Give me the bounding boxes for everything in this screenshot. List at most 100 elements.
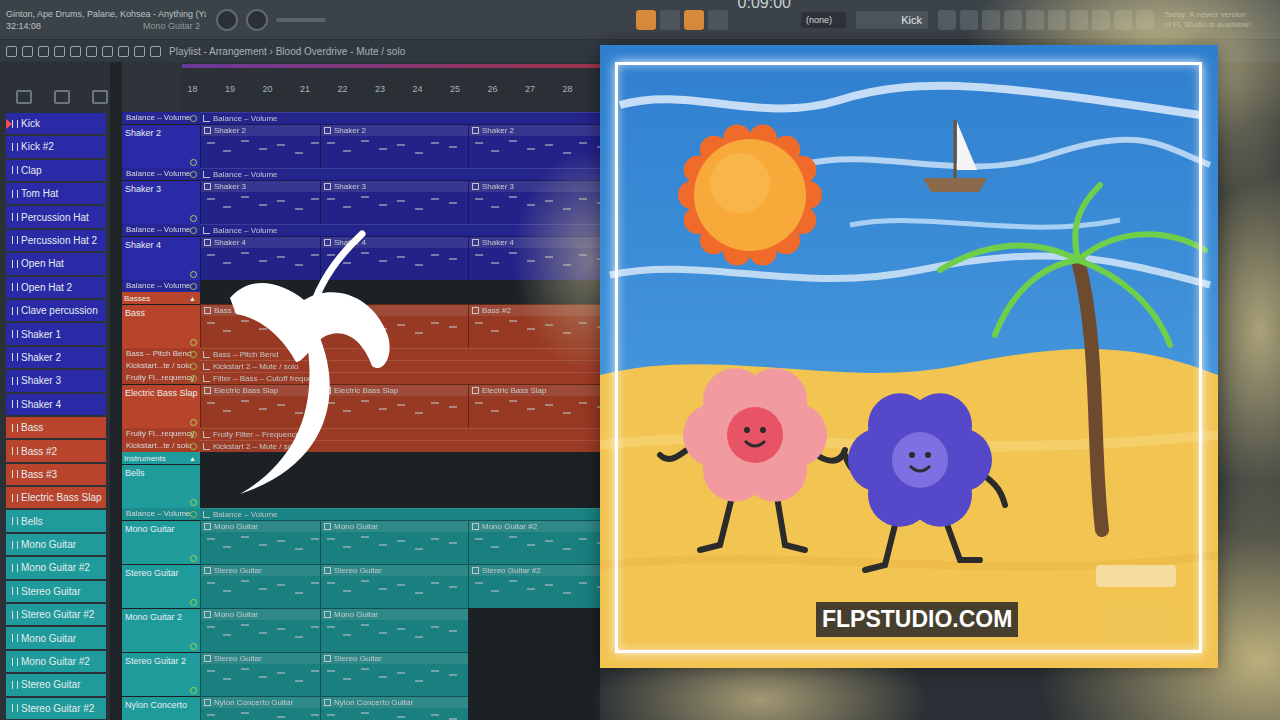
lane-header[interactable]: Stereo Guitar — [122, 564, 200, 608]
pitch-knob-icon[interactable] — [246, 9, 268, 31]
automation-clip[interactable]: Kickstart 2 – Mute / solo — [200, 360, 600, 372]
tool-icon[interactable] — [150, 46, 161, 57]
lane-dot-icon[interactable] — [190, 363, 197, 370]
pattern-clip[interactable]: Mono Guitar — [200, 608, 320, 652]
tool-icon[interactable] — [86, 46, 97, 57]
timeline-ruler[interactable]: 1819202122232425262728 — [182, 62, 601, 112]
lane-dot-icon[interactable] — [190, 687, 197, 694]
lane-header[interactable]: Mono Guitar 2 — [122, 608, 200, 652]
window-button-icon[interactable] — [938, 10, 956, 30]
lane-header[interactable]: Balance – Volume — [122, 280, 200, 292]
group-header[interactable]: Instruments ▲ — [122, 452, 200, 464]
automation-clip[interactable]: Filter – Bass – Cutoff frequency — [200, 372, 600, 384]
pattern-clip[interactable]: Stereo Guitar — [200, 652, 320, 696]
pattern-clip[interactable]: Mono Guitar — [200, 520, 320, 564]
pattern-clip[interactable]: Bass #2 — [468, 304, 600, 348]
window-button-icon[interactable] — [1026, 10, 1044, 30]
lane-dot-icon[interactable] — [190, 431, 197, 438]
lane-dot-icon[interactable] — [190, 271, 197, 278]
tool-icon[interactable] — [134, 46, 145, 57]
channel-item[interactable]: Mono Guitar — [6, 534, 106, 555]
window-button-icon[interactable] — [1004, 10, 1022, 30]
window-button-icon[interactable] — [982, 10, 1000, 30]
pattern-clip[interactable]: Mono Guitar — [320, 520, 468, 564]
automation-clip[interactable]: Balance – Volume — [200, 168, 600, 180]
master-slider[interactable] — [276, 18, 326, 22]
pattern-clip[interactable]: Shaker 4 — [200, 236, 320, 280]
channel-item[interactable]: Shaker 3 — [6, 370, 106, 391]
volume-knob-icon[interactable] — [216, 9, 238, 31]
pattern-clip[interactable]: Mono Guitar — [320, 608, 468, 652]
pattern-clip[interactable]: Shaker 2 — [468, 124, 600, 168]
window-button-icon[interactable] — [1136, 10, 1154, 30]
pattern-dropdown[interactable]: (none) — [801, 12, 846, 28]
lane-dot-icon[interactable] — [190, 375, 197, 382]
lane-header[interactable]: Nylon Concerto — [122, 696, 200, 720]
tool-icon[interactable] — [6, 46, 17, 57]
pattern-clip[interactable]: Electric Bass Slap — [468, 384, 600, 428]
lane-header[interactable]: Bells — [122, 464, 200, 508]
lane-header[interactable]: Balance – Volume — [122, 168, 200, 180]
lane-header[interactable]: Shaker 2 — [122, 124, 200, 168]
window-button-icon[interactable] — [1048, 10, 1066, 30]
tool-icon[interactable] — [102, 46, 113, 57]
channel-item[interactable]: Mono Guitar — [6, 627, 106, 648]
lane-dot-icon[interactable] — [190, 555, 197, 562]
lane-header[interactable]: Fruity Fi...requency — [122, 428, 200, 440]
lane-header[interactable]: Kickstart...te / solo — [122, 360, 200, 372]
channel-item[interactable]: Stereo Guitar — [6, 674, 106, 695]
lane-header[interactable]: Electric Bass Slap — [122, 384, 200, 428]
lane-header[interactable]: Kickstart...te / solo — [122, 440, 200, 452]
pattern-clip[interactable]: Shaker 3 — [320, 180, 468, 224]
channel-item[interactable]: Clave percussion — [6, 300, 106, 321]
channel-item[interactable]: Shaker 4 — [6, 394, 106, 415]
piano-icon[interactable] — [16, 90, 32, 104]
automation-clip[interactable]: Balance – Volume — [200, 224, 600, 236]
channel-item[interactable]: Stereo Guitar #2 — [6, 604, 106, 625]
channel-item[interactable]: Mono Guitar #2 — [6, 557, 106, 578]
lane-header[interactable]: Balance – Volume — [122, 508, 200, 520]
scroll-strip[interactable] — [110, 62, 122, 720]
lane-dot-icon[interactable] — [190, 643, 197, 650]
lane-dot-icon[interactable] — [190, 351, 197, 358]
lane-header[interactable]: Mono Guitar — [122, 520, 200, 564]
automation-clip[interactable]: Balance – Volume — [200, 112, 600, 124]
tool-icon[interactable] — [22, 46, 33, 57]
tool-icon[interactable] — [70, 46, 81, 57]
pattern-clip[interactable]: Mono Guitar #2 — [468, 520, 600, 564]
group-header[interactable]: Basses ▲ — [122, 292, 200, 304]
pattern-clip[interactable]: Electric Bass Slap — [200, 384, 320, 428]
pattern-clip[interactable]: Shaker 3 — [468, 180, 600, 224]
channel-item[interactable]: Shaker 2 — [6, 347, 106, 368]
lane-dot-icon[interactable] — [190, 599, 197, 606]
channel-item[interactable]: Mono Guitar #2 — [6, 651, 106, 672]
arrow-icon[interactable] — [660, 10, 680, 30]
channel-item[interactable]: Stereo Guitar — [6, 581, 106, 602]
channel-item[interactable]: Kick — [6, 113, 106, 134]
lane-dot-icon[interactable] — [190, 215, 197, 222]
pattern-clip[interactable]: Stereo Guitar — [320, 652, 468, 696]
channel-field[interactable]: Kick — [856, 11, 928, 29]
window-button-icon[interactable] — [960, 10, 978, 30]
lane-dot-icon[interactable] — [190, 171, 197, 178]
lane-dot-icon[interactable] — [190, 283, 197, 290]
tool-icon[interactable] — [38, 46, 49, 57]
automation-clip[interactable]: Balance – Volume — [200, 508, 600, 520]
plugin-icon[interactable] — [54, 90, 70, 104]
window-button-icon[interactable] — [1114, 10, 1132, 30]
channel-item[interactable]: Percussion Hat — [6, 206, 106, 227]
channel-item[interactable]: Open Hat 2 — [6, 277, 106, 298]
lane-header[interactable]: Balance – Volume — [122, 224, 200, 236]
channel-item[interactable]: Bass — [6, 417, 106, 438]
track-group[interactable]: Instruments ▲ — [122, 452, 600, 464]
automation-clip[interactable]: Kickstart 2 – Mute / solo — [200, 440, 600, 452]
lane-header[interactable]: Fruity Fi...requency — [122, 372, 200, 384]
lane-dot-icon[interactable] — [190, 443, 197, 450]
lane-dot-icon[interactable] — [190, 159, 197, 166]
lane-dot-icon[interactable] — [190, 499, 197, 506]
lane-header[interactable]: Bass — [122, 304, 200, 348]
automation-clip[interactable]: Fruity Filter – Frequency — [200, 428, 600, 440]
channel-item[interactable]: Open Hat — [6, 253, 106, 274]
lane-header[interactable]: Shaker 3 — [122, 180, 200, 224]
lane-dot-icon[interactable] — [190, 419, 197, 426]
